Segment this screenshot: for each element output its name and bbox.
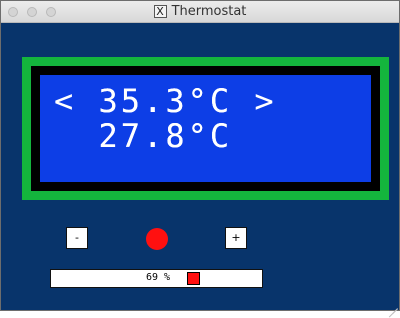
status-bar: 69 % (50, 269, 263, 288)
target-temperature: 35.3°C (98, 82, 233, 120)
lcd-bezel: < 35.3°C > 27.8°C (31, 66, 380, 191)
red-circle-icon (146, 228, 168, 250)
current-temperature: 27.8°C (98, 117, 233, 155)
resize-grip-icon[interactable] (385, 297, 398, 309)
status-percentage: 69 % (146, 272, 171, 283)
decrease-button[interactable]: - (66, 227, 88, 249)
lcd-frame: < 35.3°C > 27.8°C (22, 57, 389, 200)
title-bar[interactable]: X Thermostat (1, 1, 399, 23)
lcd-line-target: < 35.3°C > (54, 82, 385, 120)
previous-arrow[interactable]: < (54, 82, 76, 120)
thermostat-window: X Thermostat < 35.3°C > 27.8°C - + 69 % (0, 0, 400, 311)
increase-button[interactable]: + (225, 227, 247, 249)
window-title-group: X Thermostat (1, 3, 399, 20)
x11-icon: X (153, 5, 167, 18)
next-arrow[interactable]: > (254, 82, 276, 120)
lcd-line-current: 27.8°C (54, 117, 385, 155)
red-square-icon (187, 272, 200, 285)
lcd-screen: < 35.3°C > 27.8°C (40, 75, 371, 182)
window-title: Thermostat (171, 4, 247, 19)
